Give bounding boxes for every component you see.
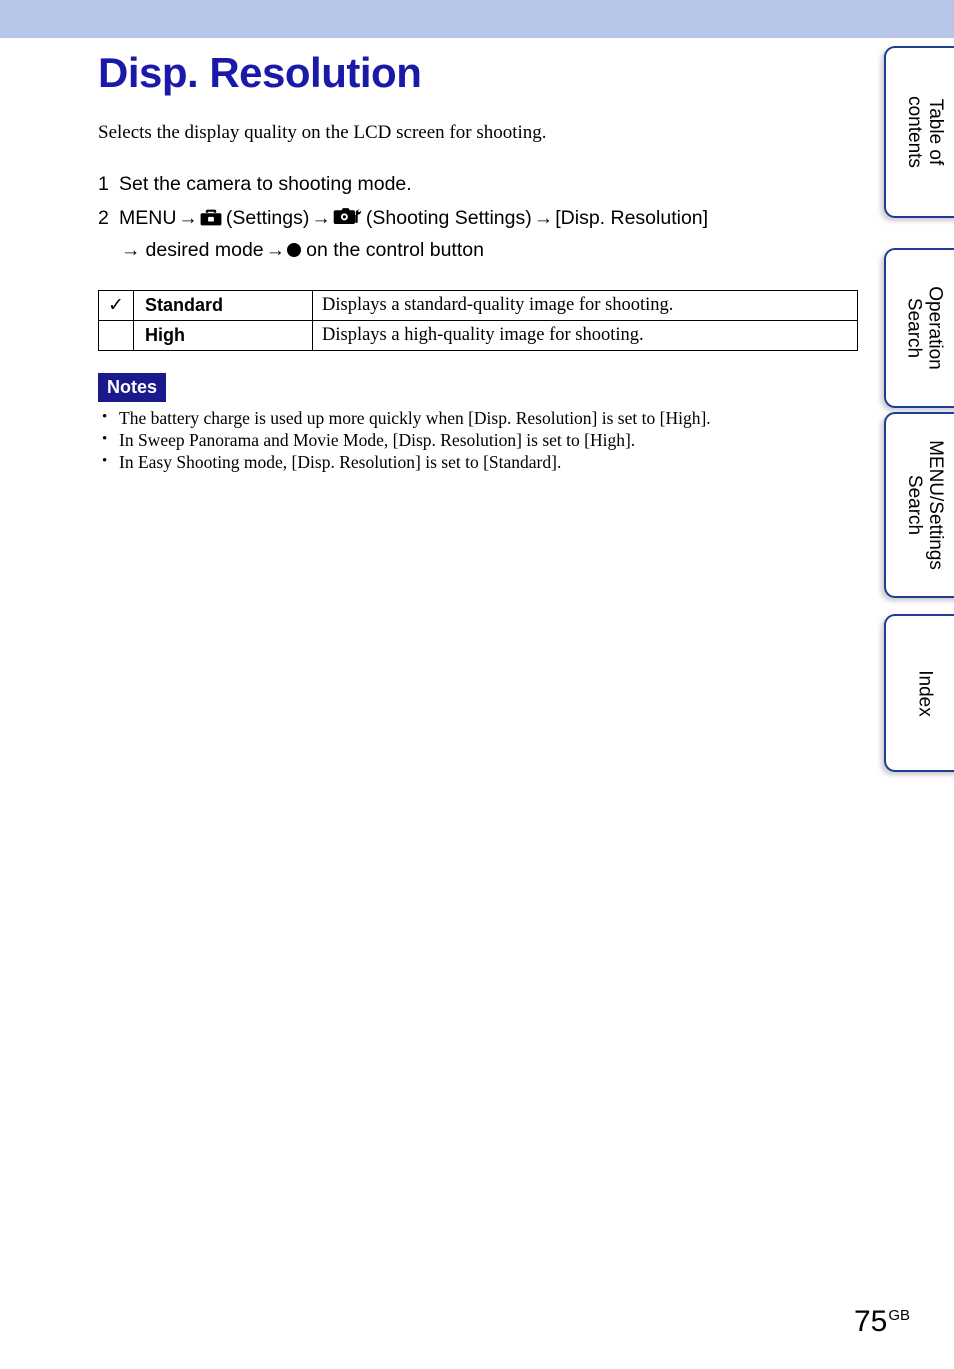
step-1-text: Set the camera to shooting mode. [119,173,412,195]
sidebar-item-index[interactable]: Index [884,614,954,772]
page-title: Disp. Resolution [98,49,422,96]
table-row: ✓ Standard Displays a standard-quality i… [98,290,858,321]
sidebar-item-operation-search[interactable]: Operation Search [884,248,954,408]
sidebar-item-table-of-contents[interactable]: Table of contents [884,46,954,218]
sidebar-item-label: Table of contents [903,96,946,168]
arrow-2: → [311,207,331,229]
camera-wrench-icon [333,207,361,227]
notes-section: Notes The battery charge is used up more… [98,351,858,473]
step-1-number: 1 [98,173,109,195]
step-1: 1 Set the camera to shooting mode. [98,168,858,200]
option-name: High [145,325,185,345]
note-item: In Sweep Panorama and Movie Mode, [Disp.… [98,428,858,451]
options-table: ✓ Standard Displays a standard-quality i… [98,290,858,351]
table-row: High Displays a high-quality image for s… [98,320,858,351]
page-number-value: 75 [853,1305,888,1338]
sidebar-item-menu-settings-search[interactable]: MENU/Settings Search [884,412,954,598]
row-check-cell: ✓ [98,290,134,321]
page-number-suffix: GB [888,1307,910,1324]
sidebar-item-label: Operation Search [904,286,947,370]
note-item: In Easy Shooting mode, [Disp. Resolution… [98,450,858,473]
page-content: Disp. Resolution Selects the display qua… [98,38,858,473]
option-name: Standard [145,295,224,315]
steps-list: 1 Set the camera to shooting mode. 2 MEN… [98,168,858,266]
step-2-text: MENU → (Settings) → (Shooting Settings) → [D… [119,202,858,266]
step-2: 2 MENU → (Settings) → (Shooting Settings) →… [98,202,858,266]
notes-list: The battery charge is used up more quick… [98,406,858,473]
control-button-label: on the control button [306,239,484,261]
header-band [0,0,954,38]
row-check-cell [98,320,134,351]
intro-paragraph: Selects the display quality on the LCD s… [98,122,547,143]
settings-label: (Settings) [225,207,310,229]
note-item: The battery charge is used up more quick… [98,406,858,429]
step-2-number: 2 [98,207,109,229]
arrow-5: → [265,239,286,261]
shooting-settings-label: (Shooting Settings) [365,207,532,229]
page-number: 75GB [854,1301,910,1337]
sidebar-item-label: Index [914,669,936,717]
menu-item-label: [Disp. Resolution] [555,207,709,229]
toolbox-icon [200,208,222,227]
arrow-4: → [121,239,141,261]
menu-label: MENU [119,207,177,229]
arrow-3: → [533,207,554,229]
option-description: Displays a standard-quality image for sh… [322,295,674,315]
notes-badge: Notes [98,373,167,402]
desired-mode-label: desired mode [145,239,264,261]
sidebar-item-label: MENU/Settings Search [904,440,946,570]
filled-circle-icon [287,243,302,257]
arrow-1: → [178,207,198,229]
side-tab-bar: Table of contents Operation Search MENU/… [884,0,954,1369]
checkmark-icon: ✓ [108,293,124,316]
option-description: Displays a high-quality image for shooti… [322,325,644,345]
